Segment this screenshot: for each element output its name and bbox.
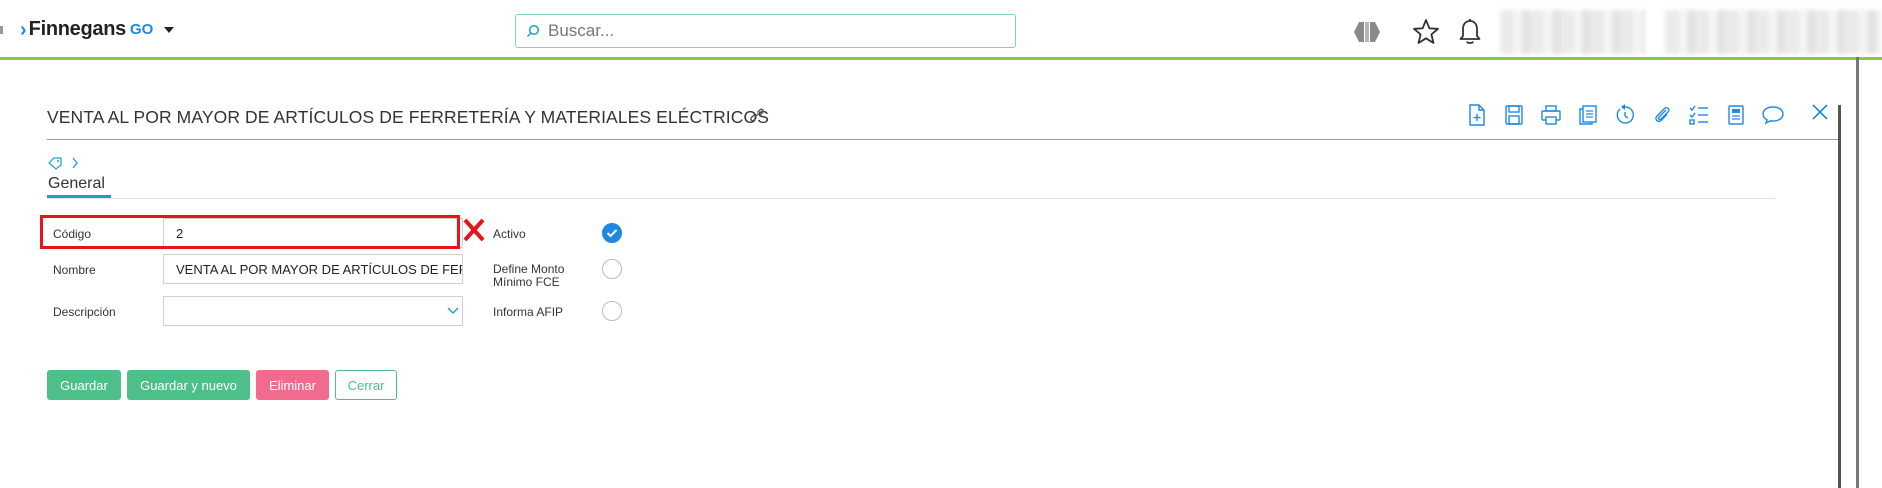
attach-icon[interactable]	[1643, 102, 1680, 128]
informa-afip-label: Informa AFIP	[493, 305, 564, 319]
activo-label: Activo	[493, 227, 526, 241]
guardar-button[interactable]: Guardar	[47, 370, 121, 400]
header-divider	[47, 139, 1840, 140]
chevron-down-icon[interactable]	[447, 307, 459, 315]
top-bar: › Finnegans GO	[0, 0, 1882, 60]
refresh-icon[interactable]	[1606, 102, 1643, 128]
informa-afip-checkbox[interactable]	[602, 301, 622, 321]
logo-brand: Finnegans	[28, 18, 127, 40]
user-info-blurred	[1500, 10, 1645, 54]
error-highlight-box	[40, 215, 460, 249]
save-icon[interactable]	[1495, 102, 1532, 128]
descripcion-label: Descripción	[53, 305, 116, 319]
check-icon	[606, 229, 618, 238]
descripcion-select[interactable]	[163, 296, 463, 326]
activo-checkbox[interactable]	[602, 223, 622, 243]
gems-icon[interactable]	[1350, 17, 1384, 47]
logo-suffix: GO	[129, 21, 154, 38]
search-box[interactable]	[515, 14, 1016, 48]
breadcrumb	[48, 156, 79, 170]
define-monto-checkbox[interactable]	[602, 259, 622, 279]
tab-general[interactable]: General	[48, 175, 105, 193]
panel-scroll-edge[interactable]	[1856, 57, 1859, 488]
define-monto-label: Define Monto Mínimo FCE	[493, 263, 564, 289]
define-monto-label-line2: Mínimo FCE	[493, 275, 560, 289]
print-icon[interactable]	[1532, 102, 1569, 128]
search-icon	[526, 24, 540, 38]
app-logo[interactable]: › Finnegans GO	[20, 18, 175, 41]
checklist-icon[interactable]	[1680, 102, 1717, 128]
page-title: VENTA AL POR MAYOR DE ARTÍCULOS DE FERRE…	[47, 107, 769, 127]
new-document-icon[interactable]	[1458, 102, 1495, 128]
star-icon[interactable]	[1412, 18, 1440, 46]
link-icon[interactable]	[748, 106, 766, 124]
cerrar-button[interactable]: Cerrar	[335, 370, 397, 400]
panel-edge	[1838, 105, 1841, 488]
logo-chevron-icon: ›	[20, 18, 27, 41]
chevron-down-icon[interactable]	[164, 26, 175, 33]
tag-icon[interactable]	[48, 156, 63, 170]
eliminar-button[interactable]: Eliminar	[256, 370, 329, 400]
copy-icon[interactable]	[1569, 102, 1606, 128]
tab-divider	[47, 198, 1775, 199]
nombre-field[interactable]: VENTA AL POR MAYOR DE ARTÍCULOS DE FERRE…	[163, 254, 463, 284]
close-icon[interactable]	[1808, 100, 1832, 124]
search-input[interactable]	[546, 20, 970, 42]
nombre-label: Nombre	[53, 263, 96, 277]
menu-dots-icon[interactable]	[0, 26, 3, 34]
chevron-right-icon[interactable]	[71, 156, 79, 170]
company-info-blurred	[1665, 10, 1880, 54]
record-toolbar	[1458, 102, 1791, 128]
comment-icon[interactable]	[1754, 102, 1791, 128]
error-x-icon	[463, 218, 485, 242]
bell-icon[interactable]	[1458, 18, 1482, 46]
report-icon[interactable]	[1717, 102, 1754, 128]
guardar-y-nuevo-button[interactable]: Guardar y nuevo	[127, 370, 250, 400]
